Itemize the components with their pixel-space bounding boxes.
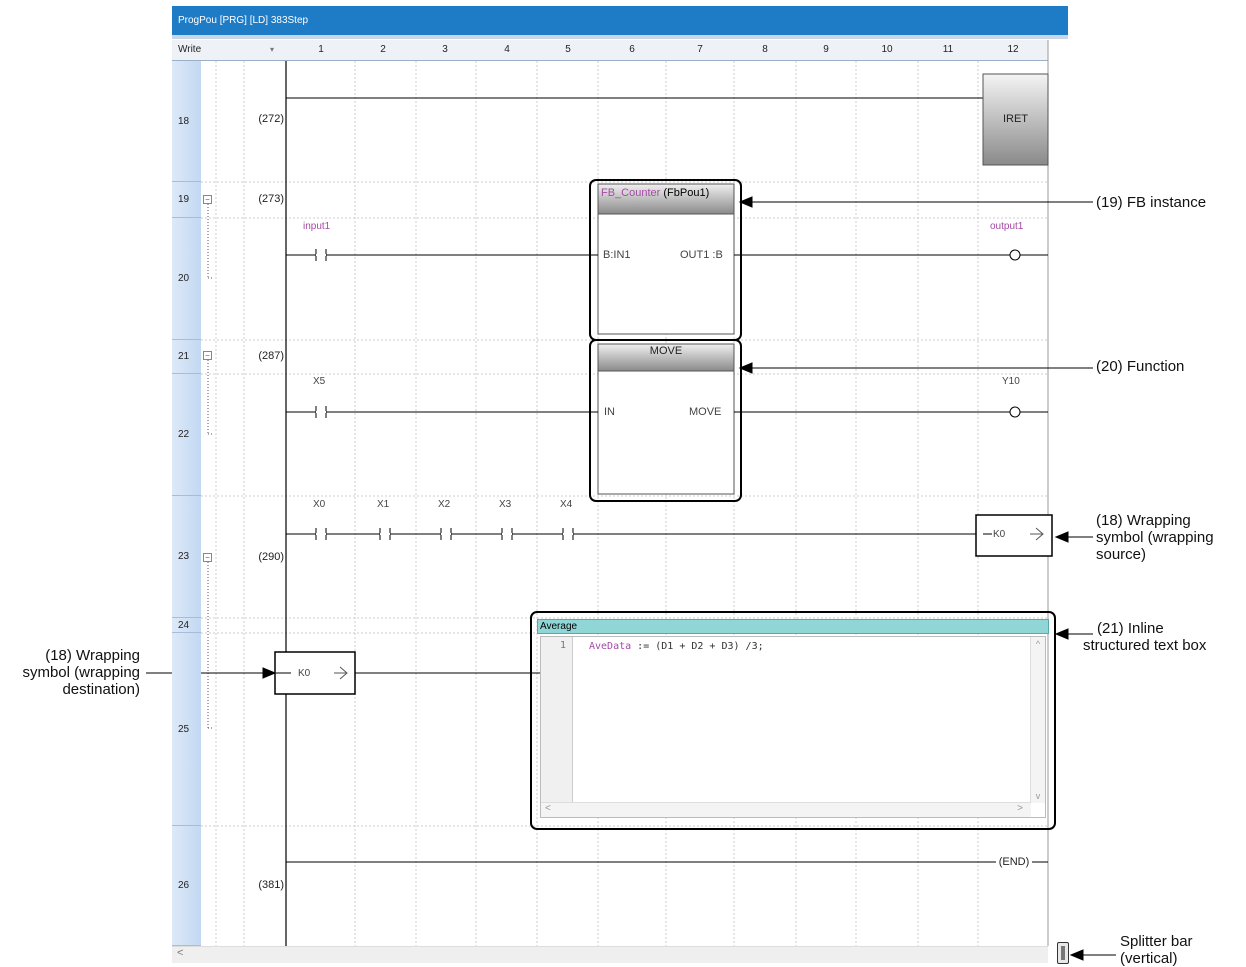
annotation-line: structured text box: [1083, 637, 1207, 654]
scroll-down-icon[interactable]: v: [1031, 791, 1045, 801]
coil-y10: [1009, 406, 1021, 418]
iret-label[interactable]: IRET: [983, 113, 1048, 125]
line-number-19[interactable]: 19: [172, 182, 201, 218]
inline-st-line-number: 1: [541, 637, 573, 803]
annotation-line: symbol (wrapping: [1096, 529, 1214, 546]
line-number-22[interactable]: 22: [172, 374, 201, 496]
line-number-24[interactable]: 24: [172, 618, 201, 633]
wrap-destination-label: K0: [298, 668, 311, 679]
inline-st-code[interactable]: AveData := (D1 + D2 + D3) /3;: [589, 641, 764, 652]
step-number: (290): [258, 551, 284, 563]
annotation-splitter: Splitter bar (vertical): [1120, 933, 1193, 967]
line-number-23[interactable]: 23: [172, 496, 201, 618]
line-number-26[interactable]: 26: [172, 826, 201, 946]
variable-output1[interactable]: output1: [990, 221, 1023, 232]
device-x2[interactable]: X2: [438, 499, 450, 510]
scroll-up-icon[interactable]: ^: [1031, 639, 1045, 649]
scroll-right-icon[interactable]: >: [1017, 803, 1023, 814]
scroll-left-icon[interactable]: <: [545, 803, 551, 814]
annotation-function: (20) Function: [1096, 358, 1185, 375]
end-instruction[interactable]: (END): [996, 856, 1032, 868]
annotation-line: Splitter bar: [1120, 933, 1193, 950]
annotation-wrap-destination: (18) Wrapping symbol (wrapping destinati…: [0, 647, 140, 698]
inline-st-vscroll[interactable]: ^ v: [1030, 637, 1045, 803]
annotation-wrap-source: (18) Wrapping symbol (wrapping source): [1096, 512, 1214, 563]
inline-st-hscroll[interactable]: < >: [541, 802, 1031, 817]
function-name[interactable]: MOVE: [598, 345, 734, 357]
horizontal-scrollbar[interactable]: <: [172, 946, 1048, 963]
device-x0[interactable]: X0: [313, 499, 325, 510]
splitter-bar[interactable]: [1057, 942, 1069, 964]
inline-st-title: Average: [537, 619, 1049, 634]
step-number: (272): [258, 113, 284, 125]
variable-input1[interactable]: input1: [303, 221, 330, 232]
fb-title[interactable]: FB_Counter (FbPou1): [601, 187, 709, 199]
line-number-25[interactable]: 25: [172, 633, 201, 826]
function-out-pin: MOVE: [689, 406, 722, 418]
inline-st-editor[interactable]: 1 AveData := (D1 + D2 + D3) /3; ^ v < >: [540, 636, 1046, 818]
step-number: (381): [258, 879, 284, 891]
line-number-21[interactable]: 21: [172, 340, 201, 374]
inline-st-box[interactable]: Average 1 AveData := (D1 + D2 + D3) /3; …: [537, 619, 1049, 821]
line-number-18[interactable]: 18: [172, 61, 201, 182]
line-number-20[interactable]: 20: [172, 218, 201, 340]
end-label: END: [1002, 856, 1026, 868]
fb-input-pin: B:IN1: [603, 249, 631, 261]
annotation-line: (18) Wrapping: [45, 647, 140, 664]
function-in-pin: IN: [604, 406, 615, 418]
step-number: (287): [258, 350, 284, 362]
annotation-line: destination): [62, 681, 140, 698]
fb-output-pin: OUT1 :B: [680, 249, 723, 261]
annotation-line: (18) Wrapping: [1096, 512, 1191, 529]
device-x5[interactable]: X5: [313, 376, 325, 387]
annotation-line: source): [1096, 546, 1147, 563]
fb-instance-name: (FbPou1): [663, 187, 710, 199]
device-x4[interactable]: X4: [560, 499, 572, 510]
annotation-line: symbol (wrapping: [22, 664, 140, 681]
collapse-icon[interactable]: −: [203, 553, 212, 562]
step-number: (273): [258, 193, 284, 205]
st-variable: AveData: [589, 641, 632, 652]
wrap-source-label: K0: [993, 529, 1006, 540]
annotation-fb-instance: (19) FB instance: [1096, 194, 1207, 211]
scroll-left-icon[interactable]: <: [177, 947, 183, 959]
device-x1[interactable]: X1: [377, 499, 389, 510]
coil-output1: [1009, 249, 1021, 261]
collapse-icon[interactable]: −: [203, 351, 212, 360]
annotation-line: (21) Inline: [1097, 620, 1164, 637]
st-expression: := (D1 + D2 + D3) /3;: [631, 641, 764, 652]
annotation-line: (vertical): [1120, 950, 1178, 967]
device-x3[interactable]: X3: [499, 499, 511, 510]
fb-type: FB_Counter: [601, 187, 661, 199]
device-y10[interactable]: Y10: [1002, 376, 1020, 387]
annotation-inline-st: (21) Inline structured text box: [1083, 620, 1206, 654]
collapse-icon[interactable]: −: [203, 195, 212, 204]
